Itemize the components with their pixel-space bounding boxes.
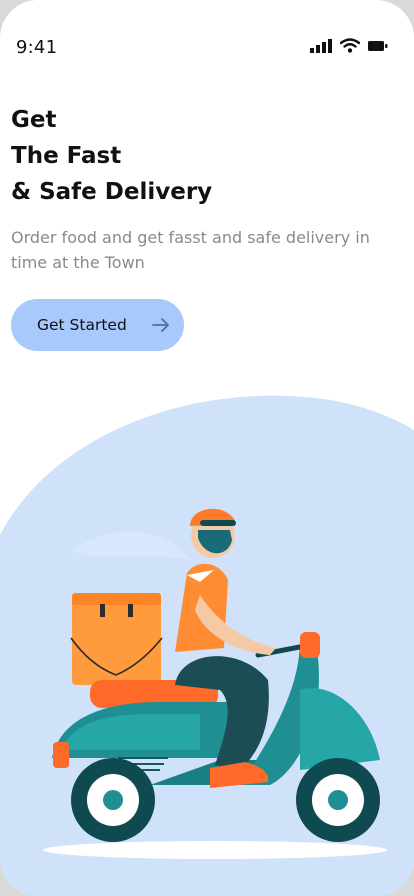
delivery-box [70,593,163,685]
wifi-icon [340,38,360,53]
status-bar: 9:41 [0,0,414,90]
status-time: 9:41 [16,37,58,58]
battery-icon [368,40,388,52]
headline: Get The Fast & Safe Delivery [11,102,212,210]
arrow-right-icon [152,316,170,338]
subtitle: Order food and get fasst and safe delive… [11,228,370,272]
headline-line-3: & Safe Delivery [11,179,213,205]
get-started-label: Get Started [37,316,127,334]
rear-wheel [71,758,155,842]
cellular-signal-icon [310,38,332,53]
delivery-illustration [0,390,414,896]
front-wheel [296,758,380,842]
phone-screen: 9:41 Get The Fast & Safe Delivery Order … [0,0,414,896]
status-icons [310,38,388,53]
rider-head [190,508,236,558]
get-started-button[interactable]: Get Started [11,299,184,351]
headline-line-2: The Fast [11,143,122,169]
headline-line-1: Get [11,107,57,133]
ground-shadow [43,841,387,859]
